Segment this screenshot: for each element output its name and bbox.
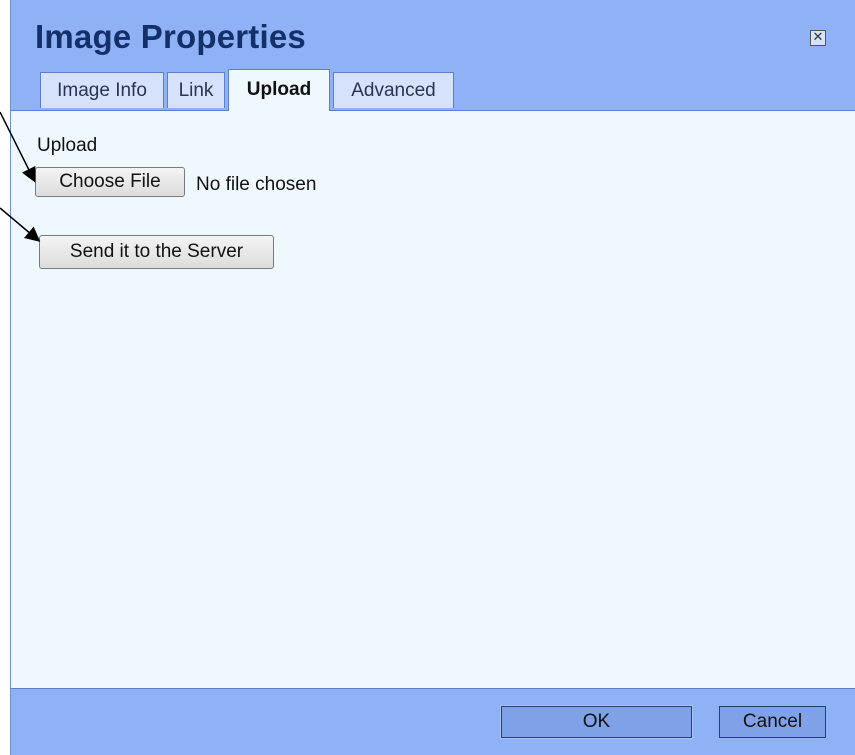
page: Image Properties ✕ Image Info Link Uploa… [0,0,855,755]
dialog-title: Image Properties [35,18,306,55]
ok-button[interactable]: OK [500,705,693,739]
upload-panel: Upload Choose File No file chosen Send i… [11,110,855,689]
image-properties-dialog: Image Properties ✕ Image Info Link Uploa… [10,0,855,755]
close-icon[interactable]: ✕ [810,30,826,46]
choose-file-button[interactable]: Choose File [35,167,185,197]
file-status-text: No file chosen [196,174,317,195]
cancel-button[interactable]: Cancel [719,706,826,738]
send-to-server-button[interactable]: Send it to the Server [39,235,274,269]
tab-advanced[interactable]: Advanced [333,72,454,108]
tab-image-info[interactable]: Image Info [40,72,164,108]
upload-label: Upload [37,135,98,156]
tab-upload[interactable]: Upload [228,69,330,111]
tab-link[interactable]: Link [167,72,225,108]
